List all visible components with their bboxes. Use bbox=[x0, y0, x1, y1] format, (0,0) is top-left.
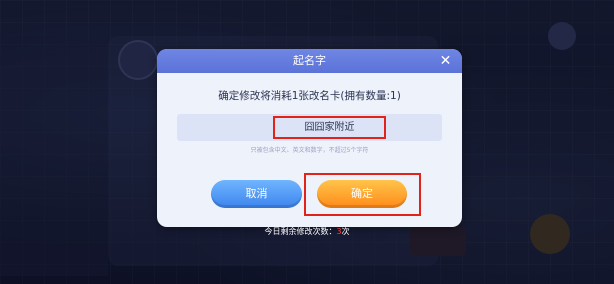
rename-prompt: 确定修改将消耗1张改名卡(拥有数量:1) bbox=[218, 90, 401, 102]
cancel-button[interactable]: 取消 bbox=[211, 180, 302, 208]
dialog-title: 起名字 bbox=[293, 54, 326, 67]
name-hint: 只被包含中文、英文和数字，不超过5个字符 bbox=[250, 147, 369, 154]
rename-dialog: 起名字 ✕ 确定修改将消耗1张改名卡(拥有数量:1) 囧囧家附近 只被包含中文、… bbox=[157, 49, 462, 227]
name-input-background: 囧囧家附近 bbox=[177, 114, 442, 141]
confirm-button[interactable]: 确定 bbox=[317, 180, 407, 208]
close-icon[interactable]: ✕ bbox=[437, 53, 454, 70]
daily-rename-info: 今日剩余修改次数：3次 bbox=[0, 226, 614, 237]
daily-rename-prefix: 今日剩余修改次数： bbox=[264, 227, 337, 236]
daily-rename-suffix: 次 bbox=[341, 227, 350, 236]
name-input[interactable]: 囧囧家附近 bbox=[273, 116, 386, 139]
